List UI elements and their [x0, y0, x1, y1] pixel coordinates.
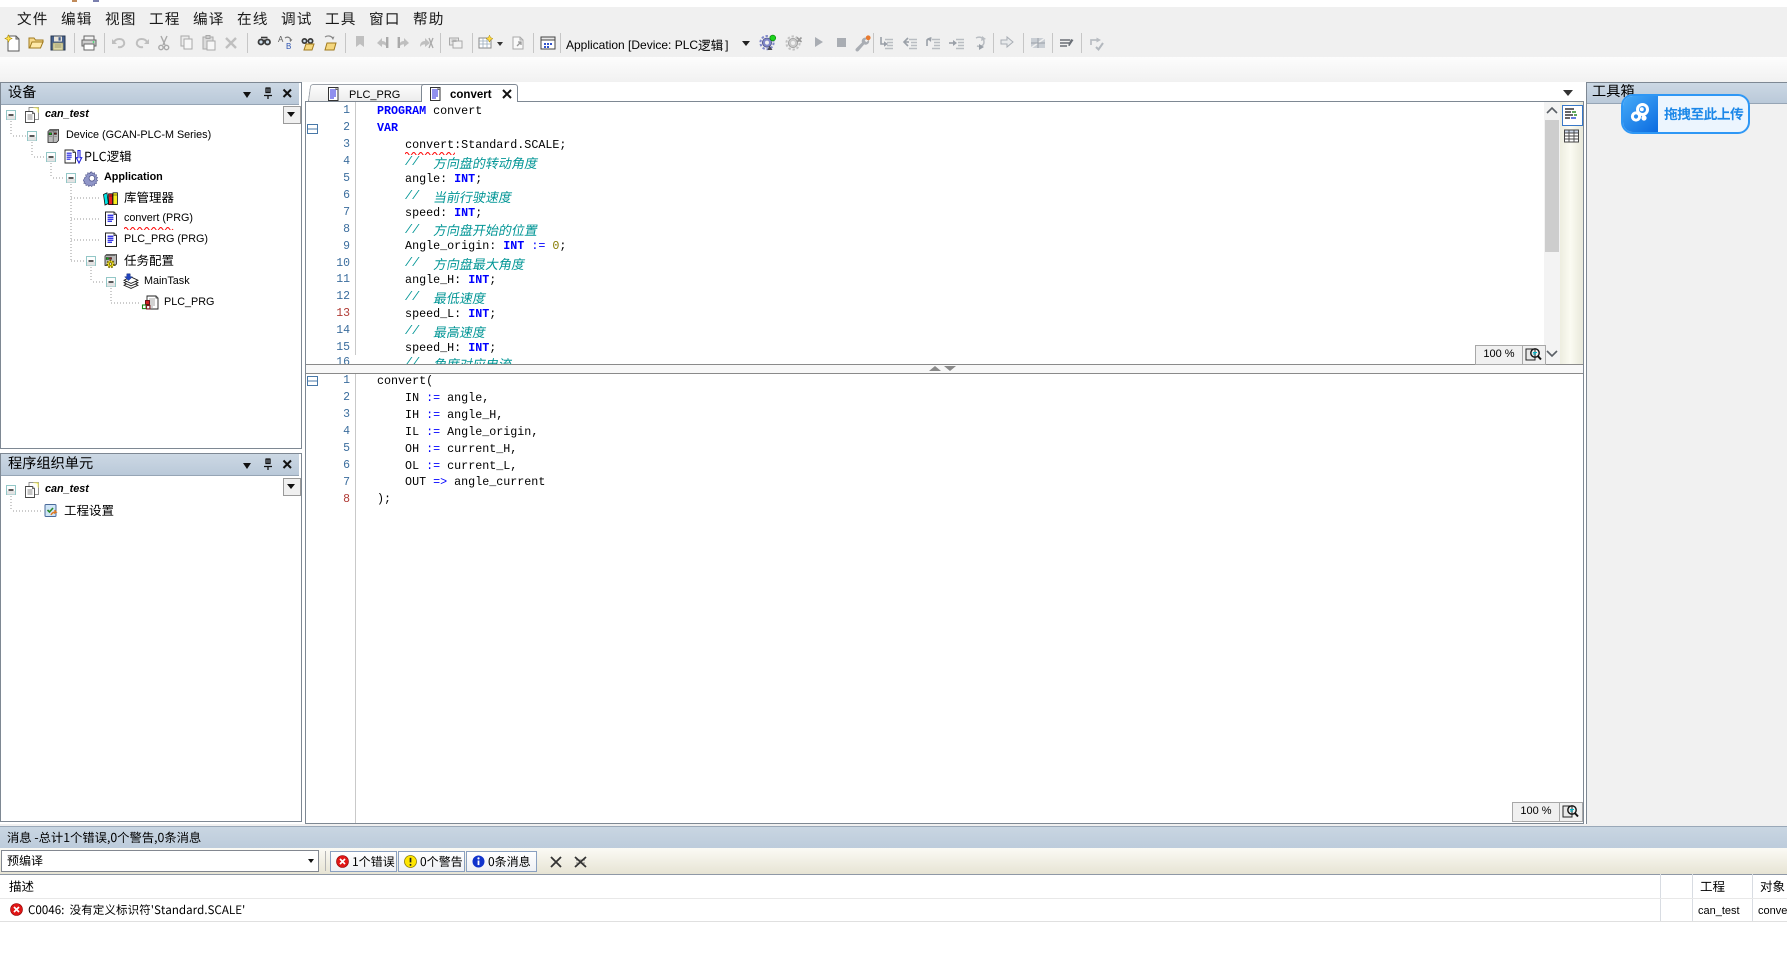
- svg-text:B: B: [286, 42, 291, 51]
- svg-text:A: A: [278, 35, 284, 44]
